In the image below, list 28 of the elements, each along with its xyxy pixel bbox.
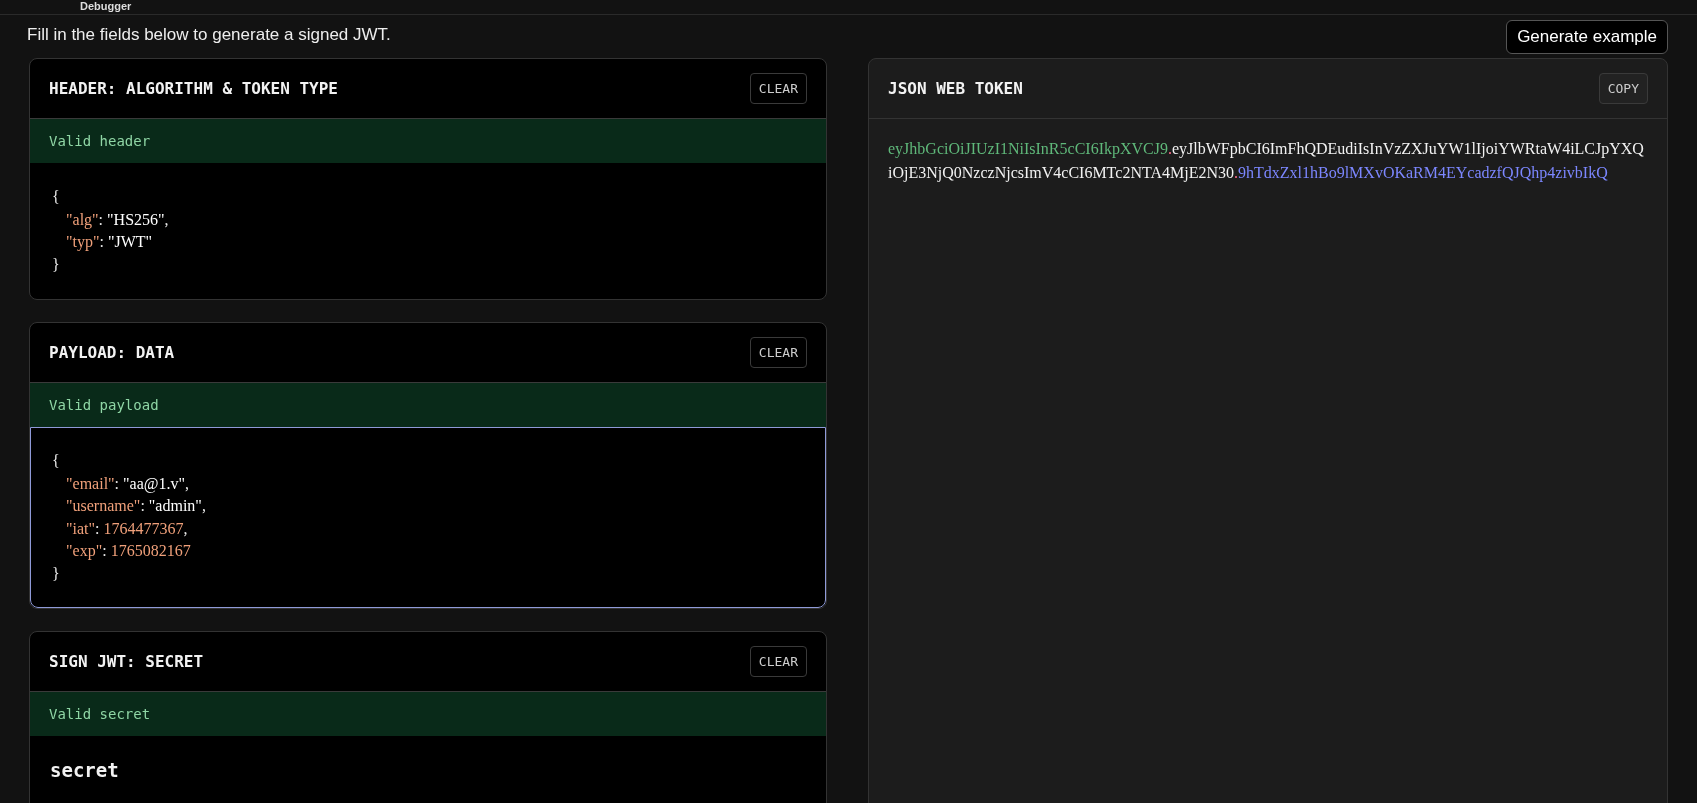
code-editor[interactable]: { "email": "aa@1.v", "username": "admin", "iat": 1764477367, "exp": 1765082167 }: [30, 427, 826, 608]
clear-button[interactable]: CLEAR: [749, 646, 807, 677]
status-bar: Valid header: [30, 119, 826, 163]
panel-title: PAYLOAD: DATA: [49, 343, 175, 362]
generate-example-button[interactable]: Generate example: [1506, 20, 1668, 54]
code-line: "iat": 1764477367,: [65, 518, 188, 539]
code-line: }: [52, 563, 60, 584]
secret-field[interactable]: secret: [50, 759, 119, 781]
status-bar: Valid secret: [30, 692, 826, 736]
code-line: "exp": 1765082167: [65, 541, 191, 562]
intro-text: Fill in the fields below to generate a signed JWT.: [27, 25, 391, 45]
panel-title: SIGN JWT: SECRET: [49, 652, 204, 671]
clear-button[interactable]: CLEAR: [749, 337, 807, 368]
code-line: {: [52, 451, 60, 471]
code-line: {: [52, 187, 60, 207]
panel-title: JSON WEB TOKEN: [888, 79, 1023, 98]
token-text: eyJhbGciOiJIUzI1NiIsInR5cCI6IkpXVCJ9.eyJlbWFpbCI6ImFhQDEudiIsInVzZXJuYW1lIjoiYWRtaW4iLCJpYXQiOjE3NjQ0NzczNjcsImV4cCI6MTc2NTA4MjE2N30.9hTdxZxl1hBo9lMXvOKaRM4EYcadzfQJQhp4zivbIkQ: [887, 139, 1645, 184]
code-line: "username": "admin",: [65, 496, 206, 516]
panel-title: HEADER: ALGORITHM & TOKEN TYPE: [49, 79, 338, 98]
clear-button[interactable]: CLEAR: [749, 73, 807, 104]
nav-tab[interactable]: Debugger: [80, 0, 132, 13]
copy-button[interactable]: COPY: [1598, 73, 1648, 104]
code-line: }: [52, 254, 60, 275]
code-line: "email": "aa@1.v",: [65, 473, 190, 495]
code-line: "typ": "JWT": [65, 232, 153, 253]
code-line: "alg": "HS256",: [65, 209, 169, 231]
code-editor[interactable]: { "alg": "HS256", "typ": "JWT" }: [30, 163, 826, 299]
status-bar: Valid payload: [30, 383, 826, 427]
